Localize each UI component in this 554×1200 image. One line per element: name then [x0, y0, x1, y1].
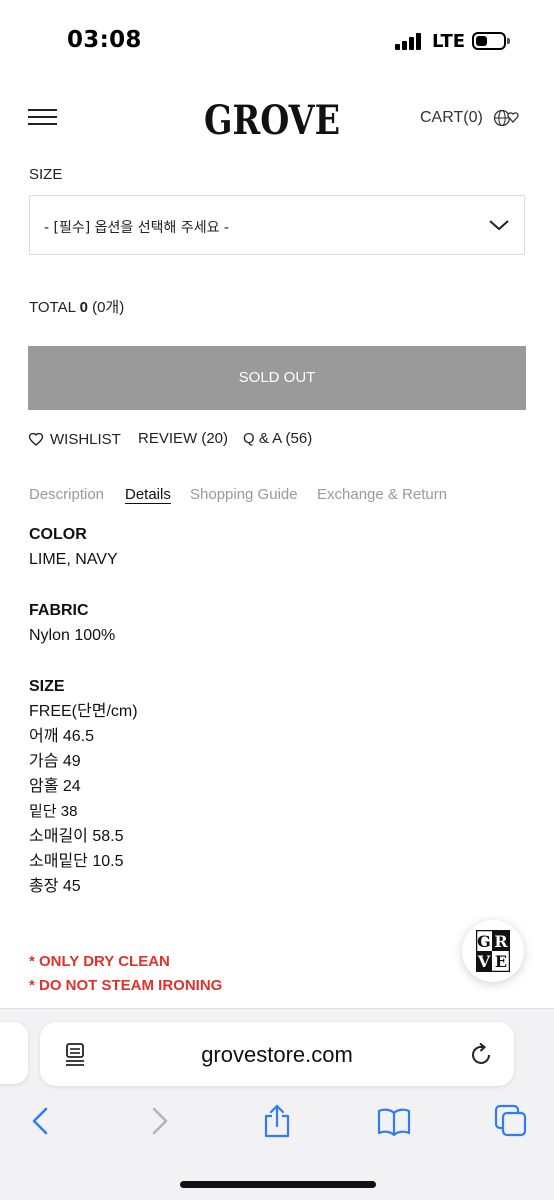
- svg-text:G: G: [477, 932, 491, 951]
- signal-icon: [395, 33, 423, 50]
- color-value: LIME, NAVY: [29, 551, 118, 568]
- url-text[interactable]: grovestore.com: [40, 1042, 514, 1068]
- total-prefix: TOTAL: [29, 299, 76, 316]
- forward-icon[interactable]: [142, 1104, 176, 1138]
- fabric-section: FABRIC Nylon 100%: [29, 598, 115, 648]
- previous-tab[interactable]: [0, 1022, 28, 1084]
- fabric-value: Nylon 100%: [29, 627, 116, 644]
- share-icon[interactable]: [260, 1104, 294, 1138]
- tab-exchange-return[interactable]: Exchange & Return: [317, 486, 447, 503]
- chevron-down-icon: [489, 220, 509, 231]
- logo-text: GROVE: [204, 97, 340, 140]
- battery-icon: [472, 32, 506, 50]
- size-lines: FREE(단면/cm) 어깨 46.5 가슴 49 암홀 24 밑단 38 소매…: [29, 699, 138, 899]
- fabric-title: FABRIC: [29, 602, 89, 619]
- wishlist-label: WISHLIST: [50, 431, 121, 448]
- back-icon[interactable]: [24, 1104, 58, 1138]
- size-line: 소매길이 58.5: [29, 828, 124, 845]
- status-time: 03:08: [67, 27, 142, 53]
- total-line: TOTAL 0 (0개): [29, 296, 124, 317]
- color-section: COLOR LIME, NAVY: [29, 522, 118, 572]
- size-section: SIZE FREE(단면/cm) 어깨 46.5 가슴 49 암홀 24 밑단 …: [29, 674, 138, 899]
- address-bar[interactable]: grovestore.com: [40, 1022, 514, 1086]
- total-count: (0개): [92, 299, 125, 316]
- size-label: SIZE: [29, 166, 63, 183]
- sold-out-button[interactable]: SOLD OUT: [28, 346, 526, 410]
- total-amount: 0: [79, 299, 88, 316]
- network-type: LTE: [432, 31, 466, 52]
- globe-heart-icon[interactable]: [492, 108, 522, 128]
- logo[interactable]: GROVE: [200, 94, 354, 140]
- review-link[interactable]: REVIEW (20): [138, 430, 228, 447]
- size-select-value: - [필수] 옵션을 선택해 주세요 -: [44, 220, 229, 236]
- size-line: 소매밑단 10.5: [29, 853, 124, 870]
- dry-clean-notice: * ONLY DRY CLEAN: [29, 953, 170, 970]
- steam-notice: * DO NOT STEAM IRONING: [29, 977, 223, 994]
- size-line: 밑단 38: [29, 803, 78, 820]
- cart-link[interactable]: CART(0): [420, 109, 483, 127]
- heart-icon: [28, 432, 44, 446]
- home-indicator[interactable]: [180, 1181, 376, 1188]
- size-title: SIZE: [29, 678, 65, 695]
- tab-description[interactable]: Description: [29, 486, 104, 503]
- svg-text:V: V: [477, 952, 491, 971]
- size-line: FREE(단면/cm): [29, 703, 138, 720]
- reload-icon[interactable]: [470, 1041, 494, 1067]
- status-bar: 03:08 LTE: [0, 0, 554, 82]
- brand-badge-icon: G R V E: [476, 930, 510, 972]
- svg-text:R: R: [494, 932, 508, 951]
- size-line: 암홀 24: [29, 778, 81, 795]
- size-line: 어깨 46.5: [29, 728, 95, 745]
- color-title: COLOR: [29, 526, 87, 543]
- tab-shopping-guide[interactable]: Shopping Guide: [190, 486, 298, 503]
- battery-cap: [507, 38, 510, 44]
- wishlist-button[interactable]: WISHLIST: [28, 431, 121, 448]
- tab-details[interactable]: Details: [125, 486, 171, 503]
- qna-link[interactable]: Q & A (56): [243, 430, 312, 447]
- size-line: 총장 45: [29, 878, 81, 895]
- svg-text:E: E: [495, 952, 507, 971]
- menu-icon[interactable]: [28, 109, 58, 127]
- tabs-icon[interactable]: [494, 1104, 528, 1138]
- size-select[interactable]: - [필수] 옵션을 선택해 주세요 -: [29, 195, 525, 255]
- size-line: 가슴 49: [29, 753, 81, 770]
- bookmarks-icon[interactable]: [377, 1104, 411, 1138]
- floating-brand-button[interactable]: G R V E: [462, 920, 524, 982]
